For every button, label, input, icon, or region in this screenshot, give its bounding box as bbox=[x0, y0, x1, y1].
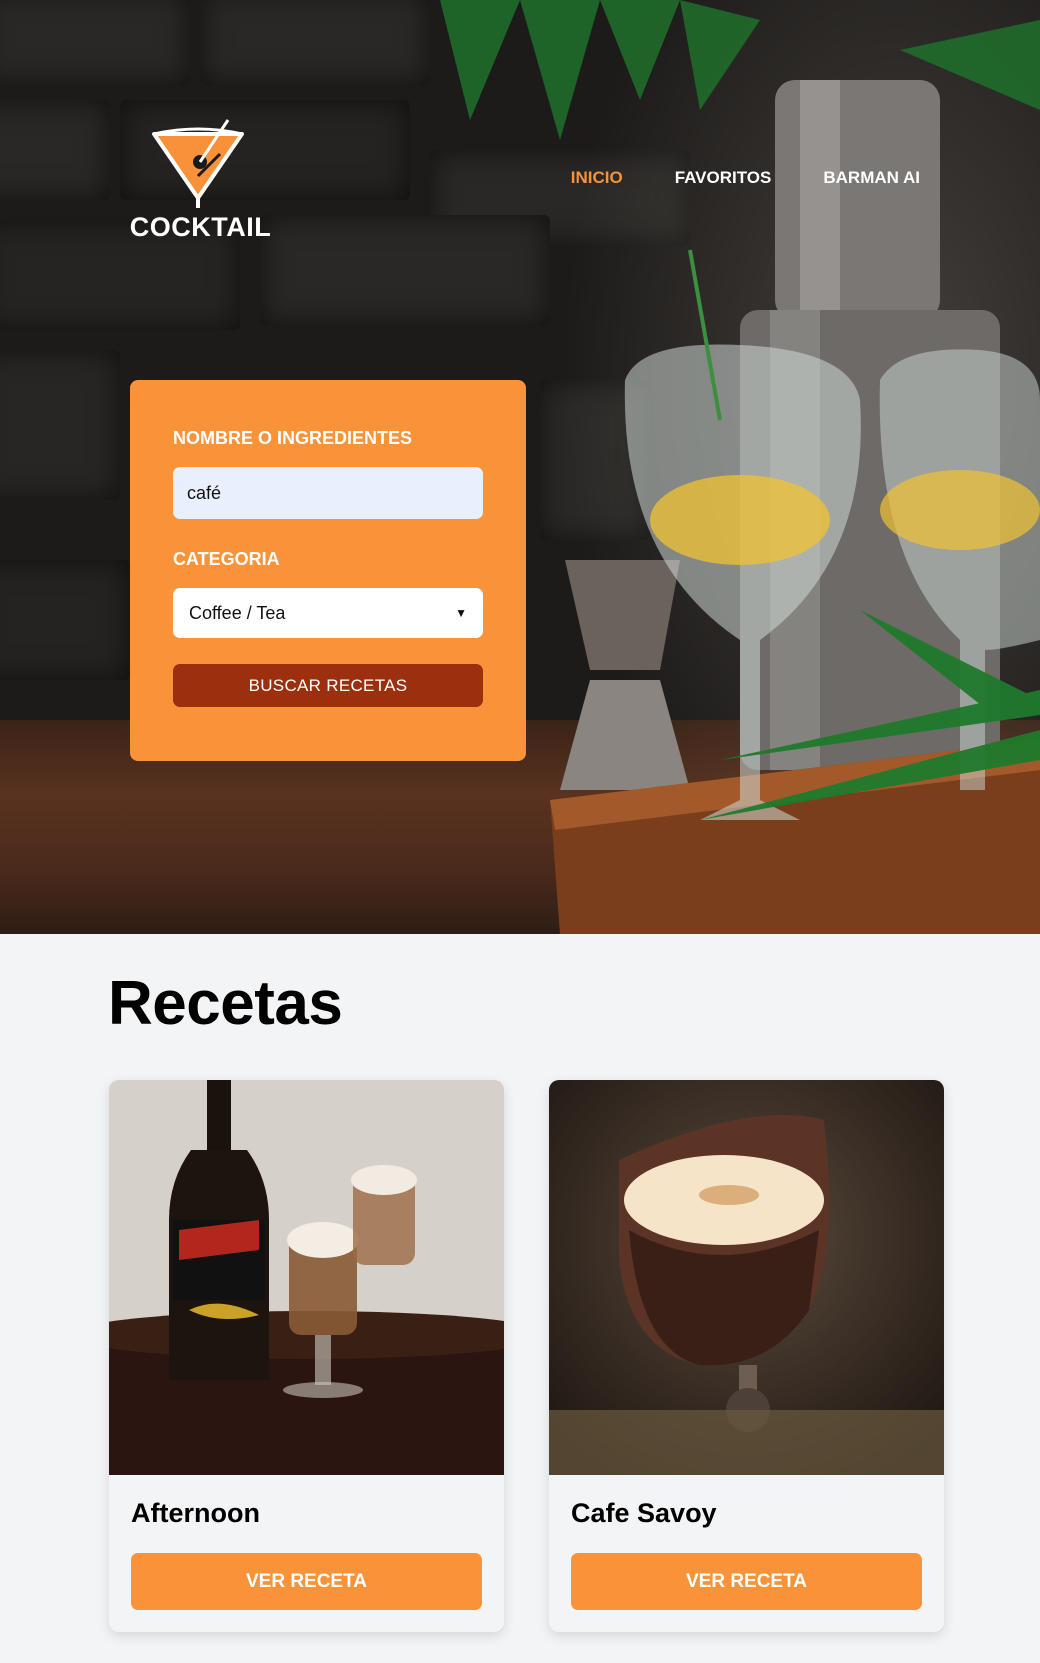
category-select[interactable]: Coffee / Tea ▼ bbox=[173, 588, 483, 638]
nav-item-favoritos[interactable]: FAVORITOS bbox=[675, 168, 772, 188]
martini-glass-icon bbox=[152, 119, 244, 208]
name-ingredients-label: NOMBRE O INGREDIENTES bbox=[173, 428, 413, 448]
recipe-card: Cafe Savoy VER RECETA bbox=[549, 1080, 944, 1632]
main-nav: INICIO FAVORITOS BARMAN AI bbox=[571, 168, 920, 188]
recipe-name: Cafe Savoy bbox=[571, 1498, 717, 1528]
recipes-title: Recetas bbox=[108, 969, 343, 1038]
nav-item-inicio[interactable]: INICIO bbox=[571, 168, 623, 188]
category-selected-value: Coffee / Tea bbox=[189, 602, 286, 623]
category-label: CATEGORIA bbox=[173, 549, 280, 569]
search-form: NOMBRE O INGREDIENTES café CATEGORIA Cof… bbox=[130, 380, 526, 761]
recipe-card: Afternoon VER RECETA bbox=[109, 1080, 504, 1632]
search-recipes-button[interactable]: BUSCAR RECETAS bbox=[173, 664, 483, 707]
brand-logo[interactable]: COCKTAIL bbox=[128, 118, 273, 248]
recipe-name: Afternoon bbox=[131, 1498, 260, 1528]
baileys-coffee-photo bbox=[109, 1080, 504, 1475]
hero-section: COCKTAIL INICIO FAVORITOS BARMAN AI NOMB… bbox=[0, 0, 1040, 934]
coffee-cocktail-photo bbox=[549, 1080, 944, 1475]
chevron-down-icon: ▼ bbox=[455, 606, 467, 620]
name-ingredients-input[interactable]: café bbox=[173, 467, 483, 519]
brand-name: COCKTAIL bbox=[129, 212, 272, 242]
view-recipe-button[interactable]: VER RECETA bbox=[131, 1553, 482, 1610]
view-recipe-button[interactable]: VER RECETA bbox=[571, 1553, 922, 1610]
nav-item-barman-ai[interactable]: BARMAN AI bbox=[823, 168, 920, 188]
